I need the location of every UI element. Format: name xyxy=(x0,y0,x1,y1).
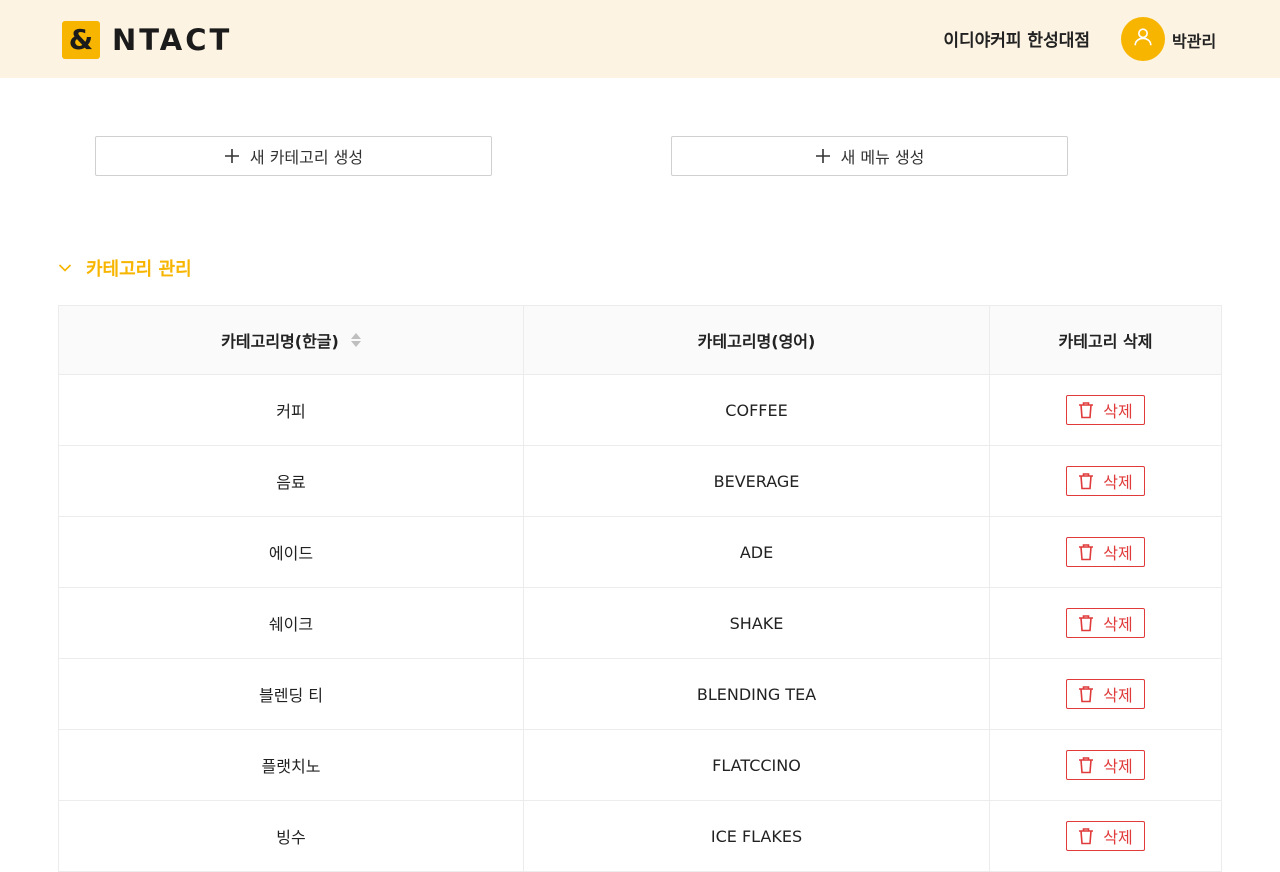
new-category-label: 새 카테고리 생성 xyxy=(249,148,364,167)
category-name-en: BLENDING TEA xyxy=(524,659,990,729)
store-name: 이디야커피 한성대점 xyxy=(943,31,1090,51)
user-icon xyxy=(1132,26,1154,52)
table-row: 블렌딩 티 BLENDING TEA 삭제 xyxy=(59,659,1221,730)
delete-button[interactable]: 삭제 xyxy=(1066,821,1145,851)
category-name-en: BEVERAGE xyxy=(524,446,990,516)
category-name-en: COFFEE xyxy=(524,375,990,445)
category-name-ko-text: 블렌딩 티 xyxy=(259,686,323,705)
chevron-down-icon xyxy=(58,263,72,273)
category-name-ko-text: 음료 xyxy=(276,473,306,492)
category-table: 카테고리명(한글) 카테고리명(영어) 카테고리 삭제 커피 COFFEE 삭제… xyxy=(58,305,1222,872)
category-name-en-text: FLATCCINO xyxy=(712,755,801,775)
category-name-ko: 쉐이크 xyxy=(59,588,524,658)
column-header-korean[interactable]: 카테고리명(한글) xyxy=(59,306,524,374)
table-row: 에이드 ADE 삭제 xyxy=(59,517,1221,588)
category-section-toggle[interactable]: 카테고리 관리 xyxy=(58,256,192,280)
category-name-ko-text: 커피 xyxy=(276,402,306,421)
plus-icon xyxy=(815,148,831,164)
category-name-en-text: ADE xyxy=(739,542,774,562)
category-name-en-text: BLENDING TEA xyxy=(696,684,817,704)
category-name-en-text: BEVERAGE xyxy=(713,471,800,491)
category-name-en-text: COFFEE xyxy=(725,400,788,420)
user-name[interactable]: 박관리 xyxy=(1172,28,1216,52)
table-row: 빙수 ICE FLAKES 삭제 xyxy=(59,801,1221,872)
table-row: 음료 BEVERAGE 삭제 xyxy=(59,446,1221,517)
new-menu-label: 새 메뉴 생성 xyxy=(840,148,925,167)
delete-cell: 삭제 xyxy=(990,588,1221,658)
category-name-ko-text: 쉐이크 xyxy=(268,615,314,634)
trash-icon xyxy=(1078,756,1094,774)
plus-icon xyxy=(224,148,240,164)
delete-label: 삭제 xyxy=(1103,473,1133,492)
avatar[interactable] xyxy=(1121,17,1165,61)
section-title: 카테고리 관리 xyxy=(86,259,192,280)
top-header: & NTACT 이디야커피 한성대점 박관리 xyxy=(0,0,1280,78)
delete-label: 삭제 xyxy=(1103,615,1133,634)
category-name-ko: 빙수 xyxy=(59,801,524,871)
delete-button[interactable]: 삭제 xyxy=(1066,679,1145,709)
trash-icon xyxy=(1078,401,1094,419)
column-header-english: 카테고리명(영어) xyxy=(524,306,990,374)
delete-label: 삭제 xyxy=(1103,828,1133,847)
category-name-ko: 에이드 xyxy=(59,517,524,587)
delete-cell: 삭제 xyxy=(990,659,1221,729)
table-row: 플랫치노 FLATCCINO 삭제 xyxy=(59,730,1221,801)
delete-button[interactable]: 삭제 xyxy=(1066,608,1145,638)
table-row: 쉐이크 SHAKE 삭제 xyxy=(59,588,1221,659)
trash-icon xyxy=(1078,614,1094,632)
trash-icon xyxy=(1078,827,1094,845)
sort-icon[interactable] xyxy=(350,333,361,347)
trash-icon xyxy=(1078,685,1094,703)
category-name-ko-text: 빙수 xyxy=(276,828,306,847)
category-name-ko-text: 플랫치노 xyxy=(261,757,321,776)
column-header-label: 카테고리 삭제 xyxy=(1058,332,1153,351)
delete-button[interactable]: 삭제 xyxy=(1066,466,1145,496)
new-category-button[interactable]: 새 카테고리 생성 xyxy=(95,136,492,176)
delete-button[interactable]: 삭제 xyxy=(1066,750,1145,780)
logo-mark: & xyxy=(62,21,100,59)
table-row: 커피 COFFEE 삭제 xyxy=(59,375,1221,446)
delete-button[interactable]: 삭제 xyxy=(1066,537,1145,567)
delete-cell: 삭제 xyxy=(990,446,1221,516)
category-name-en: SHAKE xyxy=(524,588,990,658)
delete-cell: 삭제 xyxy=(990,801,1221,871)
category-name-ko: 커피 xyxy=(59,375,524,445)
table-header-row: 카테고리명(한글) 카테고리명(영어) 카테고리 삭제 xyxy=(59,306,1221,375)
delete-cell: 삭제 xyxy=(990,375,1221,445)
column-header-label: 카테고리명(한글) xyxy=(221,332,339,351)
category-name-en-text: SHAKE xyxy=(729,613,784,633)
delete-label: 삭제 xyxy=(1103,757,1133,776)
category-name-ko: 음료 xyxy=(59,446,524,516)
delete-cell: 삭제 xyxy=(990,517,1221,587)
logo-text: NTACT xyxy=(112,23,233,57)
category-name-ko: 플랫치노 xyxy=(59,730,524,800)
category-name-ko-text: 에이드 xyxy=(268,544,314,563)
category-name-ko: 블렌딩 티 xyxy=(59,659,524,729)
category-name-en: ADE xyxy=(524,517,990,587)
delete-cell: 삭제 xyxy=(990,730,1221,800)
delete-button[interactable]: 삭제 xyxy=(1066,395,1145,425)
column-header-delete: 카테고리 삭제 xyxy=(990,306,1221,374)
category-name-en: FLATCCINO xyxy=(524,730,990,800)
column-header-label: 카테고리명(영어) xyxy=(697,332,816,351)
delete-label: 삭제 xyxy=(1103,402,1133,421)
logo[interactable]: & NTACT xyxy=(62,21,232,59)
trash-icon xyxy=(1078,472,1094,490)
delete-label: 삭제 xyxy=(1103,544,1133,563)
trash-icon xyxy=(1078,543,1094,561)
new-menu-button[interactable]: 새 메뉴 생성 xyxy=(671,136,1068,176)
category-name-en: ICE FLAKES xyxy=(524,801,990,871)
delete-label: 삭제 xyxy=(1103,686,1133,705)
category-name-en-text: ICE FLAKES xyxy=(710,826,803,846)
